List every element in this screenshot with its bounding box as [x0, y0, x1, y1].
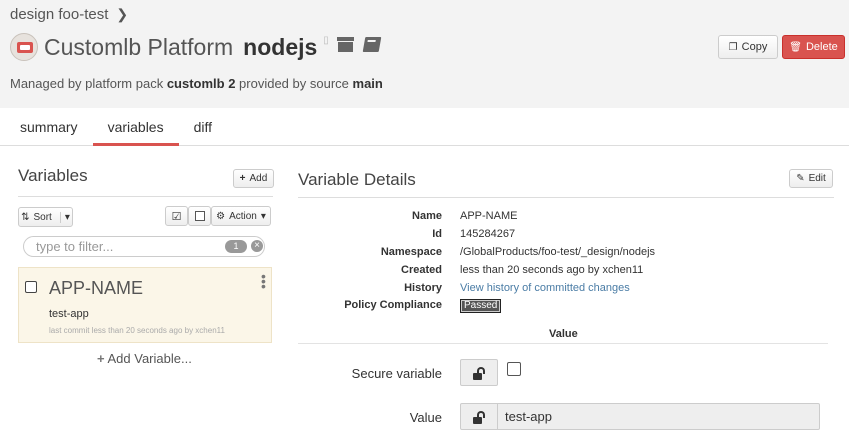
- platform-product-name: Customlb Platform: [44, 33, 234, 60]
- managed-by-text: Managed by platform pack customlb 2 prov…: [10, 76, 383, 91]
- kebab-menu-icon[interactable]: • • •: [261, 269, 267, 293]
- platform-pack-name: customlb 2: [166, 76, 236, 91]
- detail-value: less than 20 seconds ago by xchen11: [460, 264, 644, 276]
- managed-mid: provided by source: [235, 76, 353, 91]
- divider: [18, 196, 273, 197]
- detail-row-namespace: Namespace /GlobalProducts/foo-test/_desi…: [298, 246, 838, 264]
- edit-button[interactable]: ✎ Edit: [789, 169, 833, 188]
- sort-button[interactable]: ⇅ Sort ▾: [18, 207, 73, 227]
- value-label: Value: [409, 410, 442, 425]
- secure-variable-label: Secure variable: [351, 366, 442, 381]
- detail-label: History: [404, 282, 442, 294]
- secure-variable-checkbox[interactable]: [507, 362, 521, 376]
- detail-value: APP-NAME: [460, 210, 518, 222]
- detail-label: Id: [432, 228, 442, 240]
- source-name: main: [352, 76, 383, 91]
- value-field[interactable]: test-app: [460, 403, 820, 430]
- detail-row-name: Name APP-NAME: [298, 210, 838, 228]
- unlock-icon: [473, 367, 486, 380]
- clear-filter-icon[interactable]: ×: [251, 240, 263, 252]
- flag-icon: ▯: [323, 34, 329, 46]
- lock-toggle-button[interactable]: [460, 359, 498, 386]
- platform-icon: [10, 33, 38, 61]
- gear-icon: ⚙: [216, 210, 226, 222]
- status-badge: Passed: [460, 299, 502, 313]
- unlock-icon: [461, 404, 498, 429]
- detail-row-policy: Policy Compliance Passed: [298, 299, 838, 317]
- value-section-header: Value: [549, 328, 578, 340]
- checked-box-icon: ☑: [171, 210, 182, 223]
- variables-title: Variables: [18, 166, 88, 185]
- tab-bar: summary variables diff: [0, 108, 849, 146]
- filter-placeholder: type to filter...: [36, 239, 114, 254]
- trash-icon: 🗑: [789, 41, 802, 53]
- variable-value: test-app: [49, 308, 89, 320]
- select-none-button[interactable]: [188, 206, 211, 226]
- empty-box-icon: [194, 211, 205, 221]
- chevron-right-icon: ❯: [116, 6, 129, 22]
- add-label: Add: [249, 173, 268, 184]
- tab-diff[interactable]: diff: [179, 108, 227, 146]
- pencil-icon: ✎: [796, 173, 805, 184]
- plus-icon: +: [97, 351, 105, 366]
- detail-row-created: Created less than 20 seconds ago by xche…: [298, 264, 838, 282]
- history-link[interactable]: View history of committed changes: [460, 282, 630, 300]
- action-dropdown[interactable]: ⚙ Action ▾: [211, 206, 271, 226]
- sort-icon: ⇅: [21, 211, 30, 223]
- item-checkbox[interactable]: [25, 281, 37, 293]
- delete-label: Delete: [805, 41, 838, 53]
- edit-label: Edit: [808, 173, 826, 184]
- managed-prefix: Managed by platform pack: [10, 76, 167, 91]
- caret-down-icon: ▾: [260, 210, 266, 222]
- detail-value: /GlobalProducts/foo-test/_design/nodejs: [460, 246, 656, 258]
- archive-icon[interactable]: [336, 37, 354, 57]
- copy-button[interactable]: ❐ Copy: [718, 35, 778, 59]
- tab-variables[interactable]: variables: [92, 108, 179, 146]
- add-variable-label: Add Variable...: [107, 351, 192, 366]
- filter-count-badge: 1: [225, 240, 247, 253]
- details-title: Variable Details: [298, 170, 416, 189]
- detail-label: Namespace: [380, 246, 442, 258]
- variable-name[interactable]: APP-NAME: [49, 278, 143, 299]
- detail-label: Created: [401, 264, 442, 276]
- variable-commit-info: last commit less than 20 seconds ago by …: [49, 326, 225, 335]
- detail-label: Name: [412, 210, 442, 222]
- sort-label: Sort: [33, 211, 52, 223]
- add-variable-button[interactable]: + Add: [233, 169, 274, 188]
- divider: [298, 197, 834, 198]
- action-label: Action: [229, 210, 257, 222]
- detail-row-history: History View history of committed change…: [298, 282, 838, 300]
- delete-button[interactable]: 🗑 Delete: [782, 35, 845, 59]
- title-row: Customlb Platform nodejs ▯: [10, 30, 390, 64]
- divider: [298, 343, 828, 344]
- copy-icon: ❐: [728, 41, 738, 53]
- platform-name: nodejs: [243, 33, 318, 60]
- copy-label: Copy: [741, 41, 768, 53]
- detail-label: Policy Compliance: [344, 299, 442, 311]
- list-item[interactable]: APP-NAME • • • test-app last commit less t…: [18, 267, 272, 343]
- select-all-button[interactable]: ☑: [165, 206, 188, 226]
- detail-value: 145284267: [460, 228, 516, 240]
- detail-row-id: Id 145284267: [298, 228, 838, 246]
- breadcrumb-label[interactable]: design foo-test: [10, 6, 108, 23]
- value-field-text: test-app: [505, 409, 552, 424]
- plus-icon: +: [239, 173, 246, 184]
- add-variable-link[interactable]: + Add Variable...: [97, 351, 192, 366]
- tab-summary[interactable]: summary: [0, 108, 93, 146]
- caret-down-icon[interactable]: ▾: [59, 211, 70, 223]
- book-icon[interactable]: [362, 37, 382, 57]
- page-header: design foo-test ❯ Customlb Platform node…: [0, 0, 849, 108]
- breadcrumb[interactable]: design foo-test ❯: [10, 6, 128, 23]
